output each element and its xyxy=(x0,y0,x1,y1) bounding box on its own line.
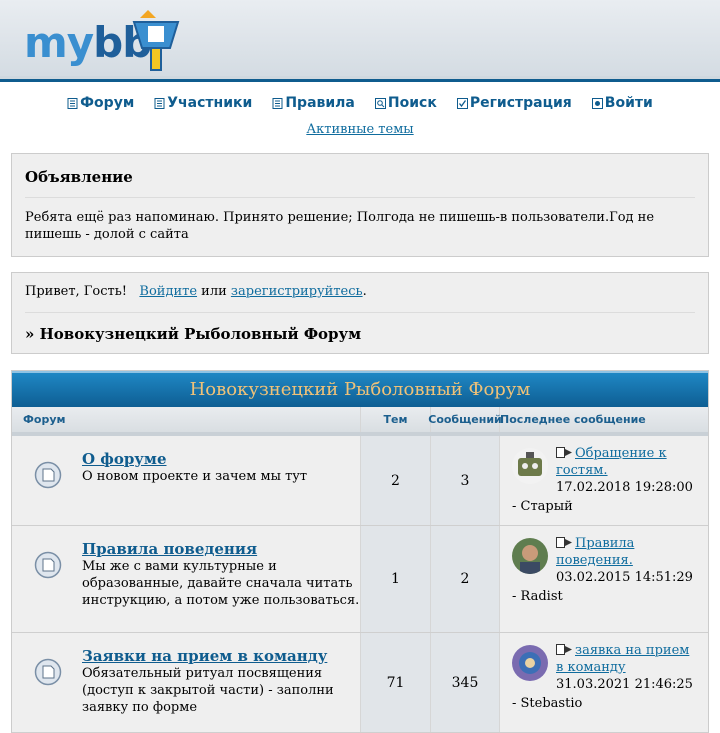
login-icon xyxy=(591,97,603,109)
forum-read-icon xyxy=(34,461,62,489)
guest-greeting-line: Привет, Гость! Войдите или зарегистрируй… xyxy=(25,284,367,299)
col-topics: Тем xyxy=(361,407,431,432)
login-link[interactable]: Войдите xyxy=(139,284,197,299)
register-icon xyxy=(456,97,468,109)
forum-cell: Заявки на прием в команду Обязательный р… xyxy=(12,633,361,732)
nav-members[interactable]: Участники xyxy=(154,94,252,112)
document-icon xyxy=(67,97,78,109)
nav-forum[interactable]: Форум xyxy=(67,94,134,112)
nav-register[interactable]: Регистрация xyxy=(456,94,572,112)
search-icon xyxy=(374,97,386,109)
last-post-cell: Обращение к гостям. 17.02.2018 19:28:00 … xyxy=(500,436,708,525)
forum-read-icon xyxy=(34,658,62,686)
forum-row: О форуме О новом проекте и зачем мы тут … xyxy=(12,436,708,526)
forum-cell: О форуме О новом проекте и зачем мы тут xyxy=(12,436,361,525)
col-last-post: Последнее сообщение xyxy=(500,413,646,426)
active-topics-link[interactable]: Активные темы xyxy=(306,122,413,137)
announcement-title: Объявление xyxy=(25,168,133,186)
topics-count: 2 xyxy=(361,436,431,525)
lighthouse-icon xyxy=(132,10,180,71)
announcement-box: Объявление Ребята ещё раз напоминаю. При… xyxy=(11,153,709,257)
forum-description: Обязательный ритуал посвящения (доступ к… xyxy=(82,666,334,715)
register-link[interactable]: зарегистрируйтесь xyxy=(231,284,363,299)
last-post-date: 03.02.2015 14:51:29 xyxy=(556,570,693,585)
last-post-date: 31.03.2021 21:46:25 xyxy=(556,677,693,692)
active-topics-row: Активные темы xyxy=(0,122,720,138)
members-icon xyxy=(154,97,165,109)
breadcrumb: » Новокузнецкий Рыболовный Форум xyxy=(25,325,362,343)
last-post-author: - Stebastio xyxy=(512,696,583,711)
announcement-text: Ребята ещё раз напоминаю. Принято решени… xyxy=(25,210,655,242)
last-post-author: - Старый xyxy=(512,499,573,514)
topics-count: 71 xyxy=(361,633,431,732)
forum-link[interactable]: Правила поведения xyxy=(82,540,257,558)
forum-read-icon xyxy=(34,551,62,579)
mybb-logo[interactable]: mybb xyxy=(24,8,184,74)
welcome-box: Привет, Гость! Войдите или зарегистрируй… xyxy=(11,272,709,354)
nav-login[interactable]: Войти xyxy=(591,94,653,112)
go-to-post-icon[interactable] xyxy=(556,537,573,548)
user-avatar[interactable] xyxy=(512,538,548,574)
site-header: mybb xyxy=(0,0,720,82)
forum-cell: Правила поведения Мы же с вами культурны… xyxy=(12,526,361,632)
forum-description: О новом проекте и зачем мы тут xyxy=(82,469,308,484)
go-to-post-icon[interactable] xyxy=(556,447,573,458)
forum-link[interactable]: О форуме xyxy=(82,450,167,468)
divider xyxy=(25,197,695,198)
forum-description: Мы же с вами культурные и образованные, … xyxy=(82,559,360,608)
topics-count: 1 xyxy=(361,526,431,632)
greeting-text: Привет, Гость! xyxy=(25,284,128,299)
user-avatar[interactable] xyxy=(512,448,548,484)
nav-search[interactable]: Поиск xyxy=(374,94,437,112)
breadcrumb-current[interactable]: Новокузнецкий Рыболовный Форум xyxy=(40,325,362,343)
forum-table: Новокузнецкий Рыболовный Форум Форум Тем… xyxy=(11,370,709,733)
user-avatar[interactable] xyxy=(512,645,548,681)
category-title[interactable]: Новокузнецкий Рыболовный Форум xyxy=(12,371,708,407)
posts-count: 3 xyxy=(431,436,500,525)
forum-row: Заявки на прием в команду Обязательный р… xyxy=(12,633,708,733)
last-post-cell: заявка на прием в команду 31.03.2021 21:… xyxy=(500,633,708,732)
last-post-date: 17.02.2018 19:28:00 xyxy=(556,480,693,495)
nav-rules[interactable]: Правила xyxy=(272,94,355,112)
last-post-author: - Radist xyxy=(512,589,563,604)
last-post-link[interactable]: заявка на прием в команду xyxy=(556,643,689,675)
col-forum: Форум xyxy=(12,407,361,432)
divider xyxy=(25,312,695,313)
last-post-cell: Правила поведения. 03.02.2015 14:51:29 -… xyxy=(500,526,708,632)
table-header: Форум Тем Сообщений Последнее сообщение xyxy=(12,407,708,436)
or-text: или xyxy=(201,284,227,299)
forum-link[interactable]: Заявки на прием в команду xyxy=(82,647,327,665)
forum-row: Правила поведения Мы же с вами культурны… xyxy=(12,526,708,633)
posts-count: 345 xyxy=(431,633,500,732)
posts-count: 2 xyxy=(431,526,500,632)
go-to-post-icon[interactable] xyxy=(556,644,573,655)
rules-icon xyxy=(272,97,283,109)
main-navigation: Форум Участники Правила Поиск Регистраци… xyxy=(0,94,720,112)
col-posts: Сообщений xyxy=(428,407,502,432)
